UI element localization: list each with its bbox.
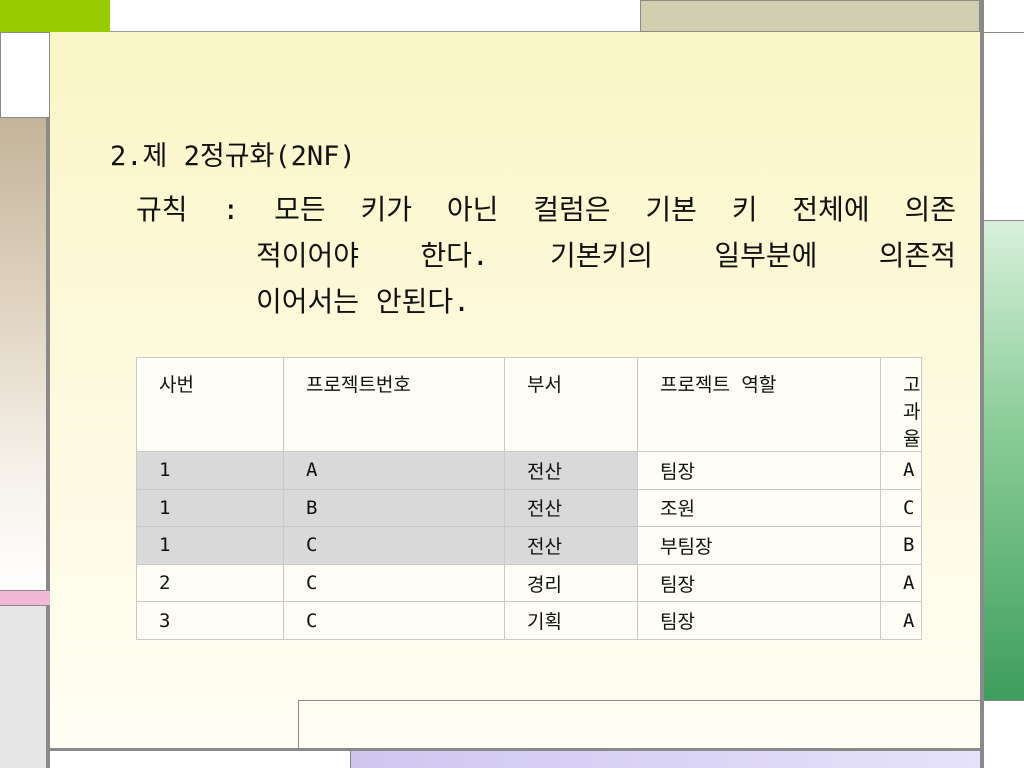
header-cell-department: 부서 [504,357,638,452]
table-cell: 1 [136,488,284,528]
rule-text-line-2: 적이어야 한다. 기본키의 일부분에 의존적 [256,239,956,272]
table-cell: 전산 [504,451,638,490]
table-cell: A [880,451,922,490]
top-white-bar [110,0,640,32]
header-cell-employee-id: 사번 [136,357,284,452]
bottom-white-left [54,751,350,768]
table-cell: A [880,563,922,603]
table-cell: 경리 [504,563,638,603]
table-cell: 전산 [504,488,638,528]
table-cell: 1 [136,526,284,565]
table-cell: 부팀장 [637,526,881,565]
left-tan-gradient-bar [0,118,50,590]
table-cell: B [880,526,922,565]
bottom-lavender-strip [350,751,980,768]
left-bottom-gray [0,606,50,768]
table-cell: C [283,526,505,565]
table-cell: 2 [136,563,284,603]
rule-text-line-1: 규칙 : 모든 키가 아닌 컬럼은 기본 키 전체에 의존 [136,193,956,226]
table-cell: 팀장 [637,601,881,640]
rule-text-line-3: 이어서는 안된다. [256,285,471,318]
table-cell: C [880,488,922,528]
table-cell: A [283,451,505,490]
right-bottom-white [980,700,1024,768]
table-row: 1 C 전산 부팀장 B [136,526,922,565]
top-right-white [980,0,1024,220]
table-cell: 1 [136,451,284,490]
right-green-bar [980,220,1024,700]
normalization-table: 사번 프로젝트번호 부서 프로젝트 역할 고과율 1 A 전산 팀장 A 1 B… [136,357,922,640]
header-cell-rating: 고과율 [880,357,922,452]
table-cell: B [283,488,505,528]
table-cell: 3 [136,601,284,640]
table-cell: 팀장 [637,451,881,490]
page-title: 2.제 2정규화(2NF) [110,141,356,172]
left-top-white-block [0,32,50,118]
top-right-line [984,32,1024,33]
table-cell: 팀장 [637,563,881,603]
table-row: 2 C 경리 팀장 A [136,563,922,603]
table-row: 1 B 전산 조원 C [136,488,922,528]
table-cell: 기획 [504,601,638,640]
table-cell: C [283,563,505,603]
top-olive-block [640,0,980,32]
header-cell-project-no: 프로젝트번호 [283,357,505,452]
left-pink-strip [0,590,50,606]
table-cell: A [880,601,922,640]
table-row: 3 C 기획 팀장 A [136,601,922,640]
table-header-row: 사번 프로젝트번호 부서 프로젝트 역할 고과율 [136,357,922,452]
left-green-block [0,0,110,32]
header-cell-project-role: 프로젝트 역할 [637,357,881,452]
table-row: 1 A 전산 팀장 A [136,451,922,490]
table-cell: 조원 [637,488,881,528]
table-cell: 전산 [504,526,638,565]
table-cell: C [283,601,505,640]
